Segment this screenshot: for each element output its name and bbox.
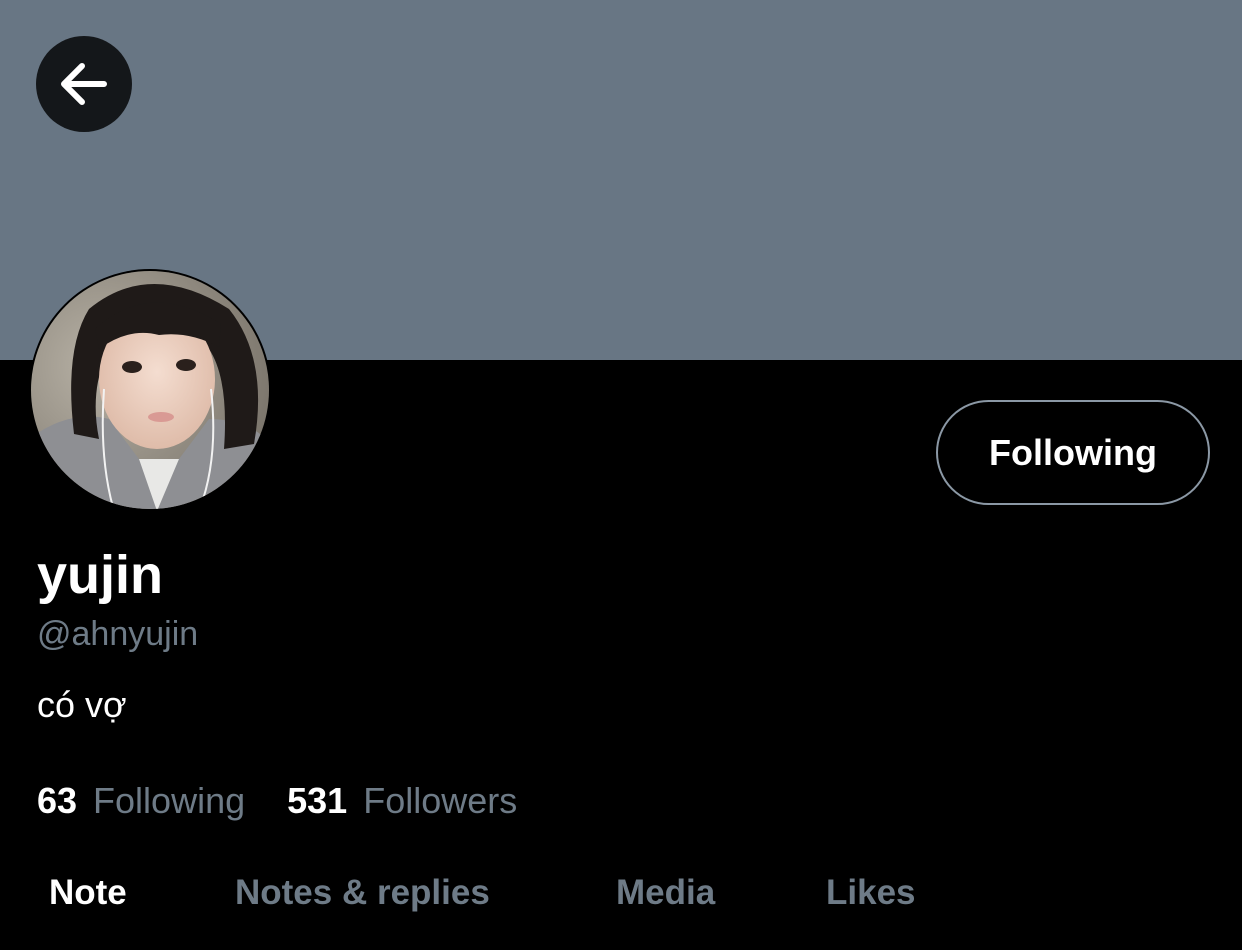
profile-page: Following yujin @ahnyujin có vợ 63 Follo… xyxy=(0,0,1242,950)
tab-notes-and-replies[interactable]: Notes & replies xyxy=(235,860,490,926)
profile-tabs: Note Notes & replies Media Likes xyxy=(0,860,1242,926)
arrow-left-icon xyxy=(61,63,107,105)
user-handle: @ahnyujin xyxy=(37,615,199,653)
following-stat-link[interactable]: 63 Following xyxy=(37,778,245,824)
back-button[interactable] xyxy=(36,36,132,132)
followers-label: Followers xyxy=(363,780,518,821)
followers-count: 531 xyxy=(287,780,348,821)
following-count: 63 xyxy=(37,780,78,821)
avatar[interactable] xyxy=(29,269,271,511)
tab-note[interactable]: Note xyxy=(49,860,127,926)
profile-stats: 63 Following 531 Followers xyxy=(37,778,517,824)
followers-stat-link[interactable]: 531 Followers xyxy=(287,778,517,824)
tab-media[interactable]: Media xyxy=(616,860,715,926)
display-name: yujin xyxy=(37,545,164,605)
following-button[interactable]: Following xyxy=(936,400,1210,505)
avatar-image xyxy=(31,271,269,509)
profile-bio: có vợ xyxy=(37,684,127,725)
tab-likes[interactable]: Likes xyxy=(826,860,916,926)
following-label: Following xyxy=(93,780,246,821)
